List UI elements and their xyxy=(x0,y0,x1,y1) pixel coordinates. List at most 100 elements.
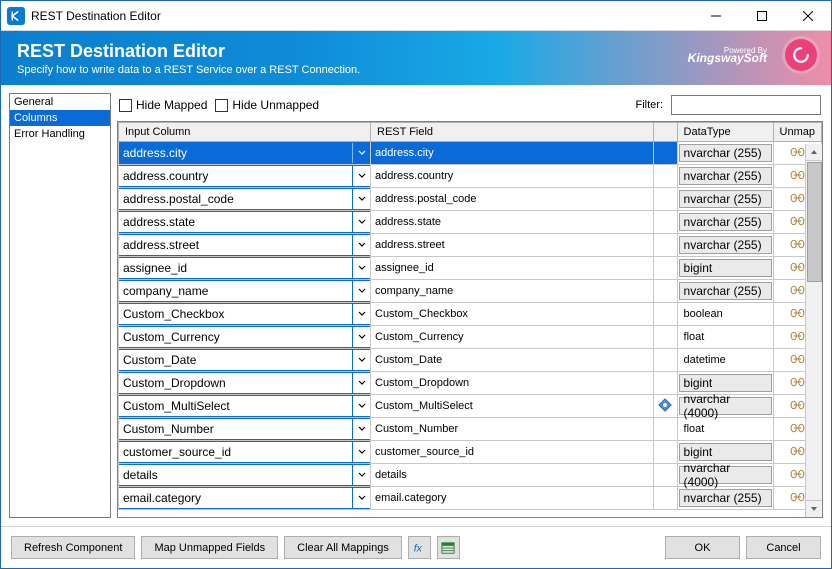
chevron-down-icon[interactable] xyxy=(352,350,370,370)
input-column-dropdown[interactable]: Custom_Number xyxy=(118,418,371,440)
unmap-icon xyxy=(790,238,805,253)
col-header-input[interactable]: Input Column xyxy=(119,123,371,142)
rest-field-cell[interactable]: Custom_Currency xyxy=(371,326,654,349)
datatype-cell: nvarchar (4000) xyxy=(677,464,773,487)
indicator-cell xyxy=(653,142,677,165)
chevron-down-icon[interactable] xyxy=(352,419,370,439)
rest-field-cell[interactable]: address.postal_code xyxy=(371,188,654,211)
input-column-dropdown[interactable]: Custom_Dropdown xyxy=(118,372,371,394)
chevron-down-icon[interactable] xyxy=(352,373,370,393)
table-row[interactable]: Custom_NumberCustom_Numberfloat xyxy=(119,418,822,441)
refresh-component-button[interactable]: Refresh Component xyxy=(11,536,135,559)
input-column-dropdown[interactable]: address.postal_code xyxy=(118,188,371,210)
input-column-dropdown[interactable]: assignee_id xyxy=(118,257,371,279)
vertical-scrollbar[interactable] xyxy=(805,144,822,517)
nav-item-error-handling[interactable]: Error Handling xyxy=(10,126,110,142)
input-column-dropdown[interactable]: Custom_Currency xyxy=(118,326,371,348)
rest-field-cell[interactable]: address.street xyxy=(371,234,654,257)
close-button[interactable] xyxy=(785,1,831,31)
table-row[interactable]: email.categoryemail.categorynvarchar (25… xyxy=(119,487,822,510)
input-column-dropdown[interactable]: customer_source_id xyxy=(118,441,371,463)
rest-field-cell[interactable]: Custom_Number xyxy=(371,418,654,441)
input-column-dropdown[interactable]: email.category xyxy=(118,487,371,509)
unmap-icon xyxy=(790,261,805,276)
rest-field-cell[interactable]: company_name xyxy=(371,280,654,303)
cancel-button[interactable]: Cancel xyxy=(746,536,821,559)
unmap-icon xyxy=(790,307,805,322)
chevron-down-icon[interactable] xyxy=(352,166,370,186)
function-button[interactable]: fx xyxy=(408,536,431,559)
table-row[interactable]: Custom_MultiSelectCustom_MultiSelectnvar… xyxy=(119,395,822,418)
table-row[interactable]: address.streetaddress.streetnvarchar (25… xyxy=(119,234,822,257)
rest-field-cell[interactable]: Custom_Checkbox xyxy=(371,303,654,326)
properties-button[interactable] xyxy=(437,536,460,559)
rest-field-cell[interactable]: assignee_id xyxy=(371,257,654,280)
rest-field-cell[interactable]: customer_source_id xyxy=(371,441,654,464)
input-column-dropdown[interactable]: Custom_MultiSelect xyxy=(118,395,371,417)
chevron-down-icon[interactable] xyxy=(352,465,370,485)
hide-unmapped-checkbox[interactable]: Hide Unmapped xyxy=(215,98,319,112)
input-column-dropdown[interactable]: Custom_Date xyxy=(118,349,371,371)
clear-all-mappings-button[interactable]: Clear All Mappings xyxy=(284,536,402,559)
rest-field-cell[interactable]: Custom_Dropdown xyxy=(371,372,654,395)
input-column-dropdown[interactable]: address.state xyxy=(118,211,371,233)
col-header-rest[interactable]: REST Field xyxy=(371,123,654,142)
scroll-up-icon[interactable] xyxy=(806,144,822,161)
rest-field-cell[interactable]: address.country xyxy=(371,165,654,188)
ok-button[interactable]: OK xyxy=(665,536,740,559)
maximize-button[interactable] xyxy=(739,1,785,31)
datatype-value: bigint xyxy=(679,374,772,392)
datatype-cell: nvarchar (255) xyxy=(677,142,773,165)
table-row[interactable]: Custom_CheckboxCustom_Checkboxboolean xyxy=(119,303,822,326)
input-column-dropdown[interactable]: details xyxy=(118,464,371,486)
chevron-down-icon[interactable] xyxy=(352,143,370,163)
nav-item-columns[interactable]: Columns xyxy=(10,110,110,126)
minimize-button[interactable] xyxy=(693,1,739,31)
table-row[interactable]: address.stateaddress.statenvarchar (255) xyxy=(119,211,822,234)
rest-field-cell[interactable]: Custom_MultiSelect xyxy=(371,395,654,418)
input-column-dropdown[interactable]: address.street xyxy=(118,234,371,256)
col-header-indicator xyxy=(653,123,677,142)
chevron-down-icon[interactable] xyxy=(352,281,370,301)
table-row[interactable]: address.cityaddress.city nvarchar (255) xyxy=(119,142,822,165)
table-row[interactable]: company_namecompany_namenvarchar (255) xyxy=(119,280,822,303)
rest-field-cell[interactable]: Custom_Date xyxy=(371,349,654,372)
hide-mapped-checkbox[interactable]: Hide Mapped xyxy=(119,98,207,112)
col-header-unmap[interactable]: Unmap xyxy=(773,123,821,142)
chevron-down-icon[interactable] xyxy=(352,396,370,416)
chevron-down-icon[interactable] xyxy=(352,488,370,508)
input-column-dropdown[interactable]: Custom_Checkbox xyxy=(118,303,371,325)
chevron-down-icon[interactable] xyxy=(352,212,370,232)
scroll-down-icon[interactable] xyxy=(806,500,822,517)
chevron-down-icon[interactable] xyxy=(352,327,370,347)
nav-item-general[interactable]: General xyxy=(10,94,110,110)
filter-input[interactable] xyxy=(671,95,821,115)
chevron-down-icon[interactable] xyxy=(352,189,370,209)
indicator-cell xyxy=(653,487,677,510)
chevron-down-icon[interactable] xyxy=(352,442,370,462)
datatype-value: nvarchar (255) xyxy=(679,167,772,185)
input-column-dropdown[interactable]: address.city xyxy=(118,142,371,164)
rest-field-cell[interactable]: email.category xyxy=(371,487,654,510)
table-row[interactable]: detailsdetails nvarchar (4000) xyxy=(119,464,822,487)
table-row[interactable]: Custom_CurrencyCustom_Currencyfloat xyxy=(119,326,822,349)
table-row[interactable]: Custom_DateCustom_Datedatetime xyxy=(119,349,822,372)
rest-field-cell[interactable]: details xyxy=(371,464,654,487)
input-column-dropdown[interactable]: company_name xyxy=(118,280,371,302)
scroll-thumb[interactable] xyxy=(807,162,822,282)
rest-field-cell[interactable]: address.state xyxy=(371,211,654,234)
chevron-down-icon[interactable] xyxy=(352,258,370,278)
input-column-value: Custom_Date xyxy=(119,350,352,370)
input-column-dropdown[interactable]: address.country xyxy=(118,165,371,187)
unmap-icon xyxy=(790,169,805,184)
chevron-down-icon[interactable] xyxy=(352,304,370,324)
table-row[interactable]: address.postal_codeaddress.postal_codenv… xyxy=(119,188,822,211)
map-unmapped-button[interactable]: Map Unmapped Fields xyxy=(141,536,278,559)
chevron-down-icon[interactable] xyxy=(352,235,370,255)
content-area: GeneralColumnsError Handling Hide Mapped… xyxy=(1,85,831,526)
col-header-datatype[interactable]: DataType xyxy=(677,123,773,142)
table-row[interactable]: assignee_idassignee_idbigint xyxy=(119,257,822,280)
table-row[interactable]: address.countryaddress.country nvarchar (… xyxy=(119,165,822,188)
rest-field-cell[interactable]: address.city xyxy=(371,142,654,165)
unmap-icon xyxy=(790,422,805,437)
